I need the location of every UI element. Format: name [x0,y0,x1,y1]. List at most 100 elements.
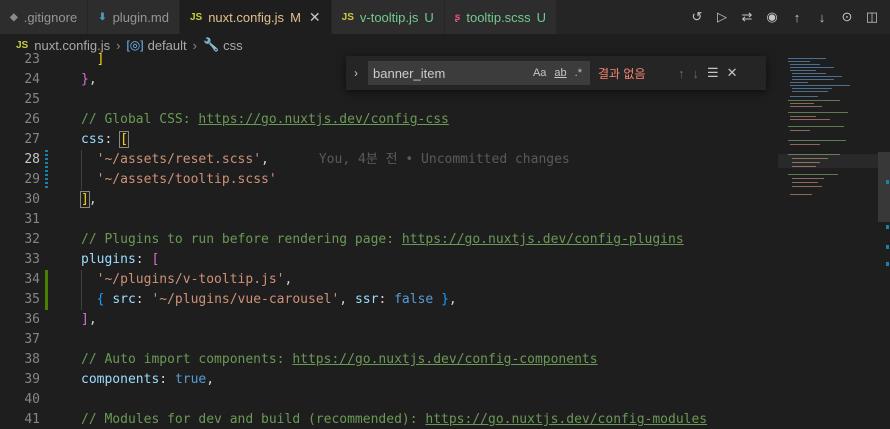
tab-label: v-tooltip.js [359,9,419,25]
code-line: 33 plugins: [ [0,250,775,270]
code-text: // Global CSS: https://go.nuxtjs.dev/con… [81,112,449,127]
code-line: 38 // Auto import components: https://go… [0,350,775,370]
previous-change-icon[interactable]: ↑ [789,9,805,25]
line-number: 39 [24,372,40,387]
code-text: css: [ [81,131,129,148]
code-text: '~/assets/reset.scss', You, 4분 전 • Uncomm… [96,152,570,167]
scss-icon: ʂ [454,11,461,23]
chevron-right-icon[interactable]: › [346,66,366,80]
line-number: 30 [24,192,40,207]
tab-label: tooltip.scss [466,9,531,25]
code-text: // Auto import components: https://go.nu… [81,352,598,367]
code-line-current: 28 '~/assets/reset.scss', You, 4분 전 • Unc… [0,150,775,170]
config-modules-link[interactable]: https://go.nuxtjs.dev/config-modules [425,412,707,427]
code-line: 39 components: true, [0,370,775,390]
blame-icon[interactable]: ⊙ [839,9,855,25]
git-modified-marker [45,170,48,190]
close-icon[interactable]: ✕ [727,65,738,81]
vertical-scrollbar[interactable] [878,56,890,429]
code-text: }, [81,72,97,87]
line-number: 23 [24,52,40,67]
find-input[interactable]: banner_item Aa ab .* [368,61,590,85]
line-number: 36 [24,312,40,327]
line-number: 32 [24,232,40,247]
code-line: 30 ], [0,190,775,210]
git-status-badge: U [536,9,547,25]
line-number: 37 [24,332,40,347]
tab-nuxt-config-js[interactable]: JS nuxt.config.js M ✕ [179,0,332,34]
code-line: 36 ], [0,310,775,330]
code-line: 29 '~/assets/tooltip.scss' [0,170,775,190]
javascript-icon: JS [189,11,203,23]
code-line: 32 // Plugins to run before rendering pa… [0,230,775,250]
tab-label: .gitignore [23,9,78,25]
overview-ruler-mark [886,245,889,249]
code-editor[interactable]: 23 ] 24 }, 25 26 // Global CSS: https://… [0,50,775,429]
split-editor-icon[interactable]: ◫ [864,9,880,25]
code-line: 41 // Modules for dev and build (recomme… [0,410,775,429]
tab-label: nuxt.config.js [208,9,285,25]
git-status-badge: M [290,9,301,25]
commit-icon[interactable]: ◉ [764,9,780,25]
code-text: { src: '~/plugins/vue-carousel', ssr: fa… [96,292,457,307]
arrow-down-icon[interactable]: ↓ [693,66,700,81]
code-line: 37 [0,330,775,350]
find-query[interactable]: banner_item [373,66,533,81]
minimap[interactable] [778,56,878,429]
code-line: 35 { src: '~/plugins/vue-carousel', ssr:… [0,290,775,310]
next-change-icon[interactable]: ↓ [814,9,830,25]
compare-icon[interactable]: ⇄ [739,9,755,25]
match-case-toggle[interactable]: Aa [533,67,546,79]
code-line: 25 [0,90,775,110]
line-number: 25 [24,92,40,107]
code-line: 27 css: [ [0,130,775,150]
code-text: '~/plugins/v-tooltip.js', [96,272,293,287]
find-in-selection-icon[interactable]: ☰ [707,65,719,81]
tab-label: plugin.md [112,9,169,25]
line-number: 27 [24,132,40,147]
arrow-up-icon[interactable]: ↑ [678,66,685,81]
minimap-content [778,58,878,195]
whole-word-toggle[interactable]: ab [554,67,566,79]
git-icon: ◆ [10,11,18,23]
editor-tab-bar: ◆ .gitignore ⬇ plugin.md JS nuxt.config.js M ✕ J… [0,0,890,34]
line-number: 40 [24,392,40,407]
code-text: '~/assets/tooltip.scss' [96,172,277,187]
code-line: 26 // Global CSS: https://go.nuxtjs.dev/… [0,110,775,130]
code-text: plugins: [ [81,252,160,267]
tab-plugin-md[interactable]: ⬇ plugin.md [88,0,180,34]
code-line: 40 [0,390,775,410]
scrollbar-thumb[interactable] [878,152,890,222]
git-modified-marker [45,150,48,170]
line-number: 26 [24,112,40,127]
config-plugins-link[interactable]: https://go.nuxtjs.dev/config-plugins [402,232,684,247]
code-text: // Modules for dev and build (recommende… [81,412,708,427]
regex-toggle[interactable]: .* [575,67,582,79]
config-css-link[interactable]: https://go.nuxtjs.dev/config-css [198,112,448,127]
javascript-icon: JS [341,11,354,23]
find-widget: › banner_item Aa ab .* 결과 없음 ↑ ↓ ☰ ✕ [346,56,766,90]
markdown-icon: ⬇ [98,11,107,23]
config-components-link[interactable]: https://go.nuxtjs.dev/config-components [292,352,597,367]
tab-tooltip-scss[interactable]: ʂ tooltip.scss U [444,0,558,34]
line-number: 29 [24,172,40,187]
close-icon[interactable]: ✕ [309,9,321,26]
line-number: 31 [24,212,40,227]
code-text: ], [80,191,97,208]
editor-actions: ↺ ▷ ⇄ ◉ ↑ ↓ ⊙ ◫ [689,0,890,34]
line-number: 34 [24,272,40,287]
tab-list: ◆ .gitignore ⬇ plugin.md JS nuxt.config.js M ✕ J… [0,0,558,34]
git-added-marker [45,290,48,310]
play-icon[interactable]: ▷ [714,9,730,25]
code-line: 31 [0,210,775,230]
line-number: 41 [24,412,40,427]
git-added-marker [45,270,48,290]
tab-v-tooltip-js[interactable]: JS v-tooltip.js U [331,0,445,34]
code-text: // Plugins to run before rendering page:… [81,232,684,247]
history-icon[interactable]: ↺ [689,9,705,25]
line-number: 35 [24,292,40,307]
line-number: 33 [24,252,40,267]
overview-ruler-mark [886,180,889,184]
code-text: ], [81,312,97,327]
tab-gitignore[interactable]: ◆ .gitignore [0,0,89,34]
